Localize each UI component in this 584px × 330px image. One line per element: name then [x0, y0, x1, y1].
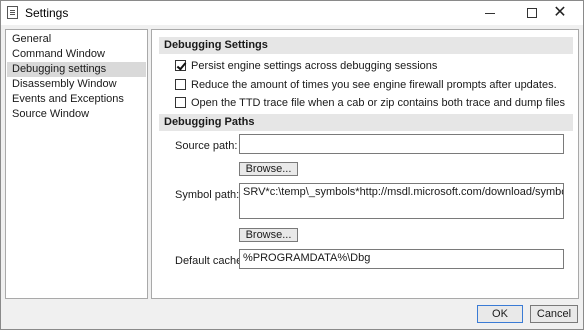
window-title: Settings: [25, 6, 69, 20]
reduce-firewall-prompts-label: Reduce the amount of times you see engin…: [191, 79, 557, 91]
nav-item-label: Disassembly Window: [12, 78, 117, 90]
maximize-icon: [527, 8, 537, 18]
default-cache-input[interactable]: %PROGRAMDATA%\Dbg: [239, 249, 564, 269]
open-ttd-trace-checkbox[interactable]: [175, 97, 186, 108]
open-ttd-trace-label: Open the TTD trace file when a cab or zi…: [191, 97, 565, 109]
reduce-firewall-prompts-checkbox[interactable]: [175, 79, 186, 90]
persist-settings-checkbox[interactable]: [175, 60, 186, 71]
nav-item-debugging-settings[interactable]: Debugging settings: [7, 62, 146, 77]
title-bar[interactable]: Settings ✕: [1, 1, 583, 25]
source-path-browse-button[interactable]: Browse...: [239, 162, 298, 176]
close-icon: ✕: [553, 4, 567, 21]
nav-item-events-and-exceptions[interactable]: Events and Exceptions: [7, 92, 146, 107]
nav-item-label: Debugging settings: [12, 63, 107, 75]
minimize-icon: [485, 13, 495, 14]
debugging-settings-header: Debugging Settings: [159, 37, 573, 54]
nav-item-general[interactable]: General: [7, 32, 146, 47]
nav-item-source-window[interactable]: Source Window: [7, 107, 146, 122]
cancel-button[interactable]: Cancel: [530, 305, 578, 323]
nav-item-label: Events and Exceptions: [12, 93, 124, 105]
ok-button[interactable]: OK: [477, 305, 523, 323]
nav-item-disassembly-window[interactable]: Disassembly Window: [7, 77, 146, 92]
document-icon: [7, 6, 18, 19]
settings-panel: Debugging Settings Persist engine settin…: [151, 29, 579, 299]
minimize-button[interactable]: [467, 1, 513, 25]
settings-category-list: General Command Window Debugging setting…: [5, 29, 148, 299]
nav-item-label: Source Window: [12, 108, 90, 120]
nav-item-command-window[interactable]: Command Window: [7, 47, 146, 62]
nav-item-label: General: [12, 33, 52, 45]
persist-settings-label: Persist engine settings across debugging…: [191, 60, 438, 72]
symbol-path-browse-button[interactable]: Browse...: [239, 228, 298, 242]
symbol-path-label: Symbol path:: [175, 189, 240, 201]
source-path-input[interactable]: [239, 134, 564, 154]
default-cache-label: Default cache:: [175, 255, 246, 267]
symbol-path-input[interactable]: SRV*c:\temp\_symbols*http://msdl.microso…: [239, 183, 564, 219]
nav-item-label: Command Window: [12, 48, 105, 60]
source-path-label: Source path:: [175, 140, 238, 152]
close-button[interactable]: ✕: [537, 1, 583, 25]
settings-window: Settings ✕ General Command Window Debugg…: [0, 0, 584, 330]
debugging-paths-header: Debugging Paths: [159, 114, 573, 131]
